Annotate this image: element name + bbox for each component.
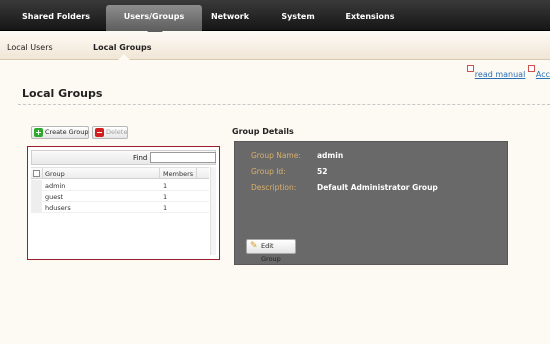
top-navigation: Shared Folders Users/Groups Network Syst… xyxy=(0,0,550,31)
tab-shared-folders[interactable]: Shared Folders xyxy=(8,0,104,31)
row-selector[interactable] xyxy=(31,202,42,213)
grid-header: Group Members xyxy=(31,167,209,179)
account-link[interactable]: Acc xyxy=(536,70,550,79)
group-id-value: 52 xyxy=(317,167,328,176)
find-label: Find xyxy=(133,154,148,162)
group-name-label: Group Name: xyxy=(251,151,301,160)
row-selector[interactable] xyxy=(31,180,42,191)
create-group-label: Create Group xyxy=(45,128,89,136)
column-separator xyxy=(196,168,197,179)
page-title: Local Groups xyxy=(22,87,103,100)
plus-icon: + xyxy=(34,128,43,137)
table-row[interactable]: admin 1 xyxy=(31,180,209,191)
details-title: Group Details xyxy=(232,127,294,136)
group-name-cell: guest xyxy=(45,193,64,201)
group-name-value: admin xyxy=(317,151,344,160)
subnav-local-groups[interactable]: Local Groups xyxy=(93,43,151,52)
select-all-checkbox[interactable] xyxy=(33,170,40,177)
external-link-icon xyxy=(466,65,474,72)
pencil-icon: ✎ xyxy=(250,241,258,251)
find-input[interactable] xyxy=(150,152,216,163)
delete-label: Delete xyxy=(106,128,128,136)
group-details-panel: Group Name: admin Group Id: 52 Descripti… xyxy=(234,141,508,265)
column-header-members[interactable]: Members xyxy=(163,170,193,178)
group-list-panel: Find Group Members admin 1 guest 1 hduse… xyxy=(27,146,220,260)
title-divider xyxy=(18,104,550,105)
subnav-local-users[interactable]: Local Users xyxy=(7,43,53,52)
members-cell: 1 xyxy=(163,182,168,190)
read-manual-link[interactable]: read manual xyxy=(475,70,526,79)
description-value: Default Administrator Group xyxy=(317,183,438,192)
sub-navigation: Local Users Local Groups xyxy=(0,32,550,60)
members-cell: 1 xyxy=(163,204,168,212)
row-selector[interactable] xyxy=(31,191,42,202)
external-link-icon xyxy=(527,65,535,72)
table-row[interactable]: guest 1 xyxy=(31,191,209,202)
tab-network[interactable]: Network xyxy=(205,0,255,31)
members-cell: 1 xyxy=(163,193,168,201)
create-group-button[interactable]: + Create Group xyxy=(31,126,89,139)
minus-icon: − xyxy=(95,128,104,137)
tab-extensions[interactable]: Extensions xyxy=(340,0,400,31)
column-separator xyxy=(42,168,43,179)
group-name-cell: admin xyxy=(45,182,66,190)
tab-system[interactable]: System xyxy=(276,0,320,31)
tab-users-groups[interactable]: Users/Groups xyxy=(106,5,202,31)
group-id-label: Group Id: xyxy=(251,167,286,176)
delete-button[interactable]: − Delete xyxy=(92,126,128,139)
edit-group-button[interactable]: ✎ Edit Group xyxy=(246,239,296,263)
edit-group-label: Edit Group xyxy=(261,242,281,263)
group-name-cell: hdusers xyxy=(45,204,71,212)
column-separator xyxy=(159,168,160,179)
table-row[interactable]: hdusers 1 xyxy=(31,202,209,213)
active-subtab-pointer xyxy=(118,54,130,60)
find-bar: Find xyxy=(31,150,216,165)
column-header-group[interactable]: Group xyxy=(45,170,65,178)
grid-scrollbar[interactable] xyxy=(210,167,216,255)
description-label: Description: xyxy=(251,183,297,192)
help-links: read manual Acc xyxy=(466,65,550,79)
grid-rows: admin 1 guest 1 hdusers 1 xyxy=(31,180,209,213)
